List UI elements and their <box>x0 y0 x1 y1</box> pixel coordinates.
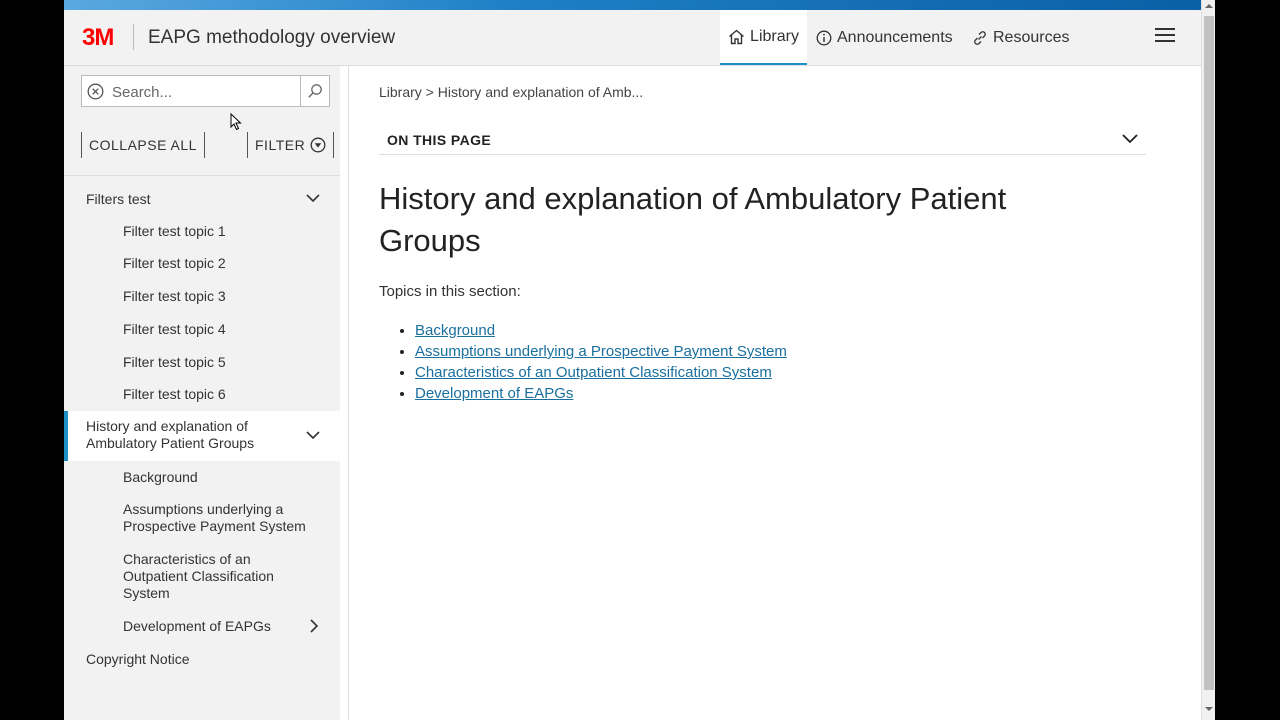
brand-logo[interactable]: 3M <box>82 24 114 52</box>
top-accent-bar <box>64 0 1201 10</box>
hamburger-menu-icon[interactable] <box>1155 28 1175 46</box>
mouse-cursor-icon <box>230 113 242 131</box>
toc-subitem[interactable]: Filter test topic 3 <box>123 288 318 305</box>
header-divider <box>133 24 134 50</box>
scroll-down-arrow-icon[interactable] <box>1205 706 1213 712</box>
toc-subitem[interactable]: Filter test topic 5 <box>123 354 318 371</box>
sidebar-border <box>348 66 349 720</box>
on-this-page-bar[interactable]: ON THIS PAGE <box>379 128 1146 155</box>
toc-item-copyright[interactable]: Copyright Notice <box>86 651 190 668</box>
topic-link-assumptions[interactable]: Assumptions underlying a Prospective Pay… <box>415 343 787 360</box>
page-title: History and explanation of Ambulatory Pa… <box>379 181 1007 258</box>
chevron-down-icon[interactable] <box>306 193 320 203</box>
nav-announcements-label: Announcements <box>837 28 953 46</box>
search-button[interactable] <box>300 76 329 106</box>
topic-link-background[interactable]: Background <box>415 322 495 339</box>
topic-link-characteristics[interactable]: Characteristics of an Outpatient Classif… <box>415 364 772 381</box>
browser-window: 3M EAPG methodology overview Library Ann… <box>64 0 1215 720</box>
topic-link-development[interactable]: Development of EAPGs <box>415 385 573 402</box>
list-item: Development of EAPGs <box>415 383 787 404</box>
list-item: Assumptions underlying a Prospective Pay… <box>415 341 787 362</box>
collapse-all-button[interactable]: COLLAPSE ALL <box>81 132 205 158</box>
toc-subitem[interactable]: Filter test topic 2 <box>123 255 318 272</box>
toc-subitem[interactable]: Filter test topic 1 <box>123 223 318 240</box>
app-header: 3M EAPG methodology overview Library Ann… <box>64 10 1201 66</box>
toc-subitem-characteristics[interactable]: Characteristics of an Outpatient Classif… <box>123 551 298 602</box>
scroll-up-arrow-icon[interactable] <box>1205 3 1213 9</box>
nav-resources[interactable]: Resources <box>972 10 1069 65</box>
sidebar-divider <box>64 175 340 176</box>
nav-resources-label: Resources <box>993 28 1070 46</box>
on-this-page-label: ON THIS PAGE <box>387 132 492 148</box>
scrollbar-thumb[interactable] <box>1204 16 1214 690</box>
toc-item-filters-test[interactable]: Filters test <box>86 191 151 208</box>
topic-list: Background Assumptions underlying a Pros… <box>379 320 787 404</box>
toc-subitem[interactable]: Filter test topic 4 <box>123 321 318 338</box>
nav-announcements[interactable]: Announcements <box>816 10 953 65</box>
sidebar: COLLAPSE ALL FILTER Filters test Filter … <box>64 66 340 720</box>
search-box <box>81 75 330 107</box>
toc-subitem[interactable]: Filter test topic 6 <box>123 386 318 403</box>
toc-subitem-development[interactable]: Development of EAPGs <box>123 618 318 635</box>
nav-library[interactable]: Library <box>720 10 807 65</box>
info-icon <box>816 30 832 45</box>
filter-dropdown-icon <box>310 137 326 153</box>
link-icon <box>974 30 986 45</box>
list-item: Background <box>415 320 787 341</box>
toc-subitem-background[interactable]: Background <box>123 469 318 486</box>
filter-button[interactable]: FILTER <box>247 132 335 158</box>
nav-library-label: Library <box>750 27 799 45</box>
list-item: Characteristics of an Outpatient Classif… <box>415 362 787 383</box>
chevron-down-icon[interactable] <box>1122 133 1138 144</box>
toc-subitem-assumptions[interactable]: Assumptions underlying a Prospective Pay… <box>123 501 318 535</box>
app-title: EAPG methodology overview <box>148 27 396 48</box>
intro-text: Topics in this section: <box>379 283 521 300</box>
search-icon <box>308 84 322 98</box>
chevron-down-icon[interactable] <box>306 430 320 440</box>
breadcrumb[interactable]: Library > History and explanation of Amb… <box>379 84 643 100</box>
filter-label: FILTER <box>255 137 306 153</box>
search-input[interactable] <box>110 77 304 107</box>
chevron-right-icon[interactable] <box>309 619 319 633</box>
vertical-scrollbar[interactable] <box>1201 0 1215 720</box>
home-icon <box>729 29 745 44</box>
clear-search-icon[interactable] <box>87 83 104 100</box>
toc-item-history-ambulatory[interactable]: History and explanation of Ambulatory Pa… <box>86 418 286 452</box>
